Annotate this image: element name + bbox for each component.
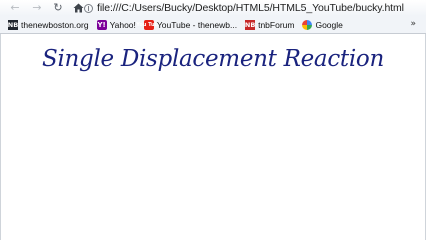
page-content: Single Displacement Reaction [0,34,426,240]
reload-icon[interactable]: ↻ [51,1,65,15]
back-arrow-icon[interactable]: ← [8,1,22,15]
bookmark-thenewboston[interactable]: NB thenewboston.org [8,17,89,33]
page-info-icon[interactable] [84,3,93,13]
url-text[interactable]: file:///C:/Users/Bucky/Desktop/HTML5/HTM… [97,2,404,14]
bookmark-yahoo[interactable]: Y! Yahoo! [96,17,136,33]
bookmark-label: YouTube - thenewb... [156,19,238,30]
home-icon[interactable] [71,1,85,15]
google-icon [302,19,313,30]
youtube-icon: You Tube [136,19,162,30]
bookmark-label: Google [315,19,343,30]
page-heading: Single Displacement Reaction [42,46,384,72]
window-border-left [0,34,1,240]
browser-toolbar: ← → ↻ file:///C:/Users/Bucky/Desktop/HTM… [0,0,426,16]
bookmarks-bar: NB thenewboston.org Y! Yahoo! You Tube Y… [0,16,426,34]
bookmark-label: Yahoo! [109,19,136,30]
bookmarks-overflow-icon[interactable]: » [410,19,416,29]
thenewboston-icon: NB [7,19,19,30]
forward-arrow-icon[interactable]: → [30,1,44,15]
bookmark-label: tnbForum [258,19,295,30]
bookmark-tnbforum[interactable]: NB tnbForum [245,17,294,33]
bookmark-label: thenewboston.org [21,19,89,30]
bookmark-google[interactable]: Google [302,17,343,33]
tnbforum-icon: NB [244,19,256,30]
yahoo-icon: Y! [96,19,107,30]
browser-window: ← → ↻ file:///C:/Users/Bucky/Desktop/HTM… [0,0,426,240]
bookmark-youtube[interactable]: You Tube YouTube - thenewb... [136,17,238,33]
address-bar[interactable]: file:///C:/Users/Bucky/Desktop/HTML5/HTM… [84,1,426,15]
